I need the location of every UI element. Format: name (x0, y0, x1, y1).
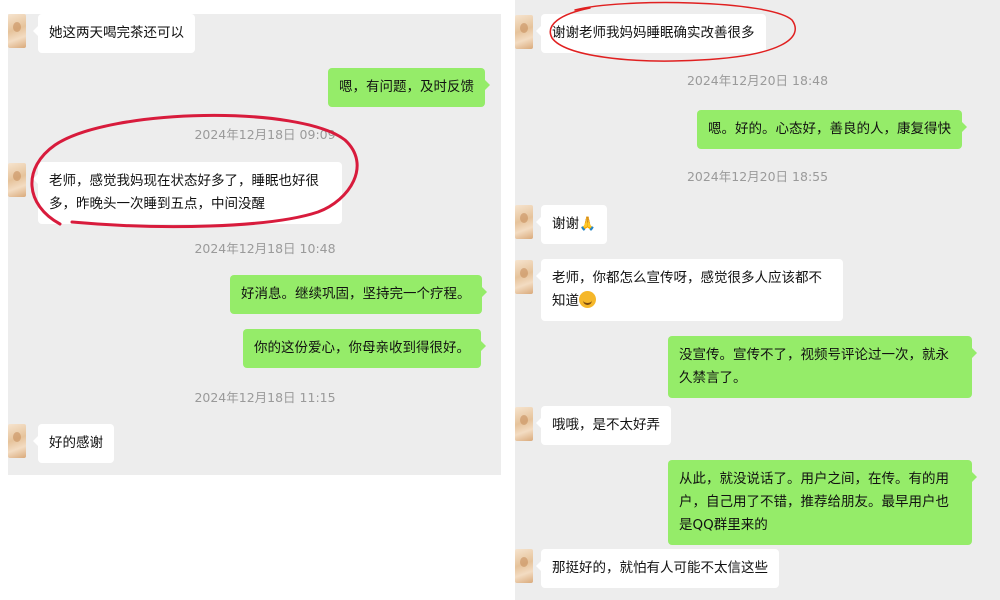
chat-panel-right: 谢谢老师我妈妈睡眠确实改善很多 2024年12月20日 18:48 嗯。好的。心… (515, 0, 1000, 600)
message-bubble-incoming[interactable]: 老师，感觉我妈现在状态好多了，睡眠也好很多，昨晚头一次睡到五点，中间没醒 (33, 162, 342, 224)
message-bubble-outgoing[interactable]: 从此，就没说话了。用户之间，在传。有的用户，自己用了不错，推荐给朋友。最早用户也… (668, 460, 977, 545)
message-bubble-outgoing[interactable]: 嗯，有问题，及时反馈 (328, 68, 490, 107)
message-bubble-incoming[interactable]: 那挺好的，就怕有人可能不太信这些 (536, 549, 779, 588)
avatar-icon[interactable] (8, 14, 26, 48)
message-bubble-incoming[interactable]: 好的感谢 (33, 424, 114, 463)
message-bubble-outgoing[interactable]: 好消息。继续巩固，坚持完一个疗程。 (230, 275, 486, 314)
message-bubble-incoming[interactable]: 谢谢老师我妈妈睡眠确实改善很多 (536, 14, 766, 53)
message-timestamp: 2024年12月18日 11:15 (194, 390, 336, 405)
message-bubble-incoming[interactable]: 哦哦，是不太好弄 (536, 406, 671, 445)
message-timestamp: 2024年12月20日 18:48 (686, 73, 829, 88)
message-bubble-outgoing[interactable]: 没宣传。宣传不了，视频号评论过一次，就永久禁言了。 (668, 336, 977, 398)
message-bubble-incoming[interactable]: 老师，你都怎么宣传呀，感觉很多人应该都不知道 (536, 259, 843, 321)
face-with-tongue-emoji-icon (579, 291, 596, 308)
avatar-icon[interactable] (8, 424, 26, 458)
message-timestamp: 2024年12月18日 10:48 (194, 241, 336, 256)
avatar-icon[interactable] (515, 15, 533, 49)
message-bubble-incoming[interactable]: 她这两天喝完茶还可以 (33, 14, 195, 53)
message-timestamp: 2024年12月18日 09:09 (194, 127, 336, 142)
message-bubble-outgoing[interactable]: 你的这份爱心，你母亲收到得很好。 (243, 329, 486, 368)
folded-hands-emoji-icon: 🙏 (579, 216, 596, 232)
message-text: 谢谢 (552, 216, 579, 232)
avatar-icon[interactable] (515, 260, 533, 294)
avatar-icon[interactable] (515, 407, 533, 441)
message-bubble-incoming[interactable]: 谢谢🙏 (536, 205, 607, 244)
avatar-icon[interactable] (515, 205, 533, 239)
avatar-icon[interactable] (8, 163, 26, 197)
message-bubble-outgoing[interactable]: 嗯。好的。心态好，善良的人，康复得快 (697, 110, 967, 149)
message-timestamp: 2024年12月20日 18:55 (686, 169, 829, 184)
chat-panel-left: 她这两天喝完茶还可以 嗯，有问题，及时反馈 2024年12月18日 09:09 … (8, 14, 501, 475)
avatar-icon[interactable] (515, 549, 533, 583)
